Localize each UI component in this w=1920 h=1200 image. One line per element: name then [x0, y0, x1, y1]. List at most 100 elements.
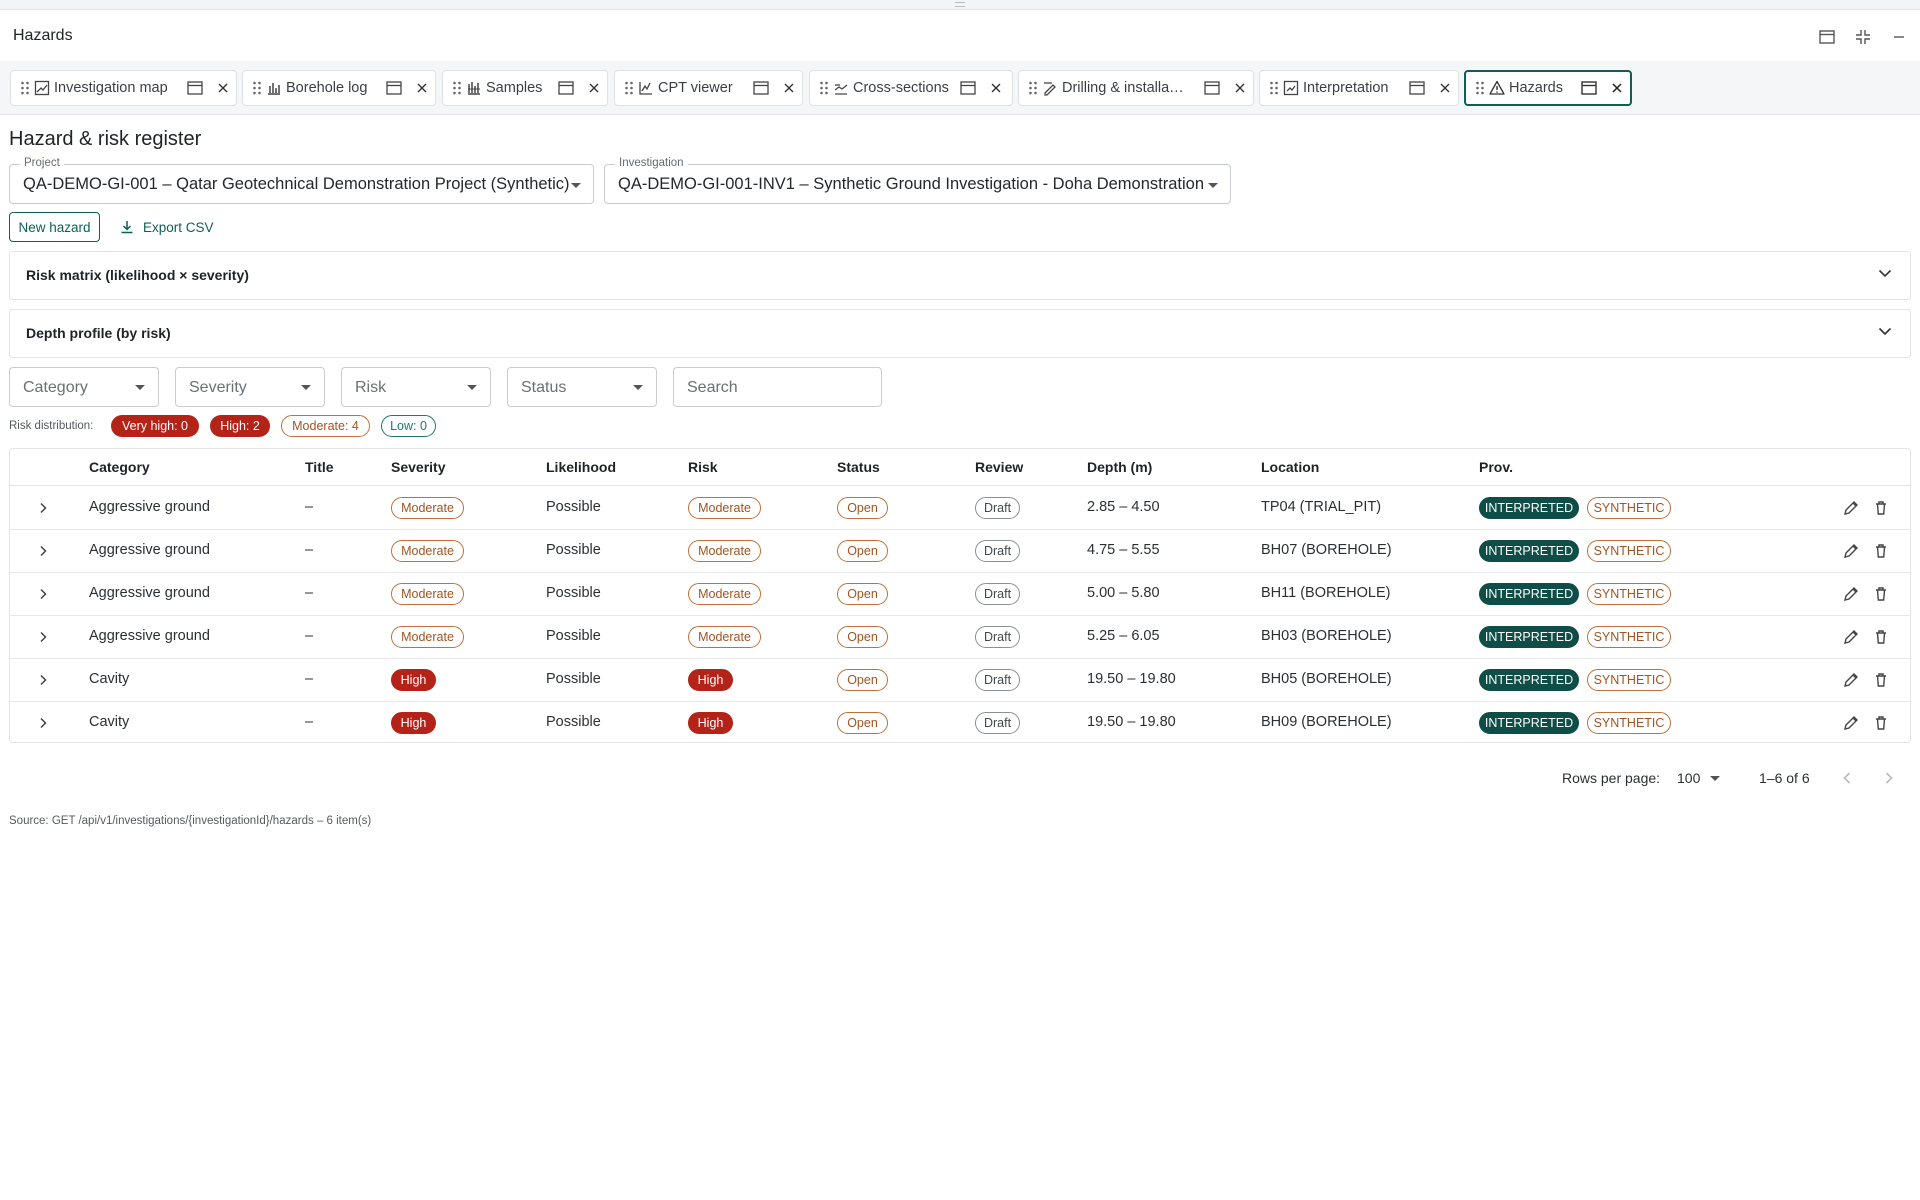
tab-drilling-installation[interactable]: Drilling & installa… — [1018, 70, 1254, 106]
tab-borehole-log[interactable]: Borehole log — [242, 70, 436, 106]
chevron-left-icon[interactable] — [1842, 771, 1852, 785]
chevron-down-icon[interactable] — [1878, 269, 1892, 278]
drag-handle-icon[interactable] — [1475, 81, 1485, 95]
close-icon[interactable] — [1234, 82, 1246, 94]
tab-hazards[interactable]: Hazards — [1464, 70, 1632, 106]
close-icon[interactable] — [416, 82, 428, 94]
col-depth[interactable]: Depth (m) — [1087, 459, 1152, 475]
severity-badge: Moderate — [391, 626, 464, 648]
col-severity[interactable]: Severity — [391, 459, 445, 475]
tab-label: Hazards — [1509, 80, 1563, 96]
table-row[interactable]: Aggressive ground – Moderate Possible Modera… — [10, 573, 1910, 616]
risk-badge: Moderate — [688, 540, 761, 562]
tab-cross-sections[interactable]: Cross-sections — [809, 70, 1013, 106]
search-input[interactable]: Search — [673, 367, 882, 407]
top-resize-strip[interactable] — [0, 0, 1920, 10]
drag-handle-icon[interactable] — [20, 81, 30, 95]
popout-icon[interactable] — [1581, 81, 1597, 95]
chevron-down-icon[interactable] — [1878, 327, 1892, 336]
col-risk[interactable]: Risk — [688, 459, 718, 475]
edit-icon[interactable] — [1842, 628, 1860, 646]
col-title[interactable]: Title — [305, 459, 334, 475]
category-filter[interactable]: Category — [9, 367, 159, 407]
trash-icon[interactable] — [1872, 585, 1890, 603]
table-row[interactable]: Cavity – High Possible High Open Draft 19.50 – … — [10, 702, 1910, 745]
depth-profile-accordion[interactable]: Depth profile (by risk) — [9, 309, 1911, 358]
provenance-interpreted-badge: INTERPRETED — [1479, 540, 1579, 562]
minimize-window-icon[interactable] — [1888, 26, 1910, 48]
col-likelihood[interactable]: Likelihood — [546, 459, 616, 475]
resize-grip-icon[interactable] — [955, 2, 965, 7]
edit-icon[interactable] — [1842, 671, 1860, 689]
tab-samples[interactable]: Samples — [442, 70, 608, 106]
new-hazard-button[interactable]: New hazard — [9, 212, 100, 242]
trash-icon[interactable] — [1872, 714, 1890, 732]
risk-filter[interactable]: Risk — [341, 367, 491, 407]
restore-window-icon[interactable] — [1852, 26, 1874, 48]
trash-icon[interactable] — [1872, 499, 1890, 517]
col-location[interactable]: Location — [1261, 459, 1319, 475]
severity-filter[interactable]: Severity — [175, 367, 325, 407]
tab-interpretation[interactable]: Interpretation — [1259, 70, 1459, 106]
edit-icon[interactable] — [1842, 499, 1860, 517]
popout-icon[interactable] — [187, 81, 203, 95]
chevron-right-icon[interactable] — [38, 502, 48, 514]
tab-cpt-viewer[interactable]: CPT viewer — [614, 70, 803, 106]
chevron-right-icon[interactable] — [38, 631, 48, 643]
popout-icon[interactable] — [386, 81, 402, 95]
drag-handle-icon[interactable] — [624, 81, 634, 95]
col-prov[interactable]: Prov. — [1479, 459, 1513, 475]
cell-title: – — [305, 671, 314, 687]
drag-handle-icon[interactable] — [1269, 81, 1279, 95]
close-icon[interactable] — [990, 82, 1002, 94]
chevron-right-icon[interactable] — [38, 588, 48, 600]
col-category[interactable]: Category — [89, 459, 150, 475]
popout-icon[interactable] — [960, 81, 976, 95]
table-row[interactable]: Aggressive ground – Moderate Possible Modera… — [10, 487, 1910, 530]
close-icon[interactable] — [588, 82, 600, 94]
trash-icon[interactable] — [1872, 628, 1890, 646]
window-title: Hazards — [13, 26, 73, 44]
rows-per-page-select[interactable]: 100 — [1677, 770, 1725, 790]
col-review[interactable]: Review — [975, 459, 1023, 475]
popout-icon[interactable] — [1204, 81, 1220, 95]
edit-icon[interactable] — [1842, 714, 1860, 732]
chevron-down-icon — [633, 385, 643, 390]
drag-handle-icon[interactable] — [252, 81, 262, 95]
tab-investigation-map[interactable]: Investigation map — [10, 70, 237, 106]
chevron-right-icon[interactable] — [38, 545, 48, 557]
table-row[interactable]: Aggressive ground – Moderate Possible Modera… — [10, 616, 1910, 659]
popout-window-icon[interactable] — [1816, 26, 1838, 48]
table-row[interactable]: Aggressive ground – Moderate Possible Modera… — [10, 530, 1910, 573]
interpretation-icon — [1283, 80, 1299, 96]
chevron-right-icon[interactable] — [38, 717, 48, 729]
edit-icon[interactable] — [1842, 542, 1860, 560]
table-row[interactable]: Cavity – High Possible High Open Draft 19.50 – … — [10, 659, 1910, 702]
chevron-right-icon[interactable] — [38, 674, 48, 686]
tab-label: Interpretation — [1303, 80, 1389, 96]
chevron-right-icon[interactable] — [1884, 771, 1894, 785]
investigation-select[interactable]: Investigation QA-DEMO-GI-001-INV1 – Synt… — [604, 157, 1231, 204]
risk-matrix-accordion[interactable]: Risk matrix (likelihood × severity) — [9, 251, 1911, 300]
hazards-table: Category Title Severity Likelihood Risk … — [9, 448, 1911, 743]
popout-icon[interactable] — [1409, 81, 1425, 95]
col-status[interactable]: Status — [837, 459, 880, 475]
export-csv-button[interactable]: Export CSV — [120, 212, 214, 242]
popout-icon[interactable] — [558, 81, 574, 95]
trash-icon[interactable] — [1872, 671, 1890, 689]
drag-handle-icon[interactable] — [819, 81, 829, 95]
high-count-chip: High: 2 — [210, 415, 270, 437]
close-icon[interactable] — [783, 82, 795, 94]
close-icon[interactable] — [217, 82, 229, 94]
cell-likelihood: Possible — [546, 628, 601, 644]
status-filter[interactable]: Status — [507, 367, 657, 407]
edit-icon[interactable] — [1842, 585, 1860, 603]
drag-handle-icon[interactable] — [452, 81, 462, 95]
investigation-select-label: Investigation — [615, 157, 688, 169]
popout-icon[interactable] — [753, 81, 769, 95]
project-select[interactable]: Project QA-DEMO-GI-001 – Qatar Geotechni… — [9, 157, 594, 204]
close-icon[interactable] — [1611, 82, 1623, 94]
drag-handle-icon[interactable] — [1028, 81, 1038, 95]
close-icon[interactable] — [1439, 82, 1451, 94]
trash-icon[interactable] — [1872, 542, 1890, 560]
